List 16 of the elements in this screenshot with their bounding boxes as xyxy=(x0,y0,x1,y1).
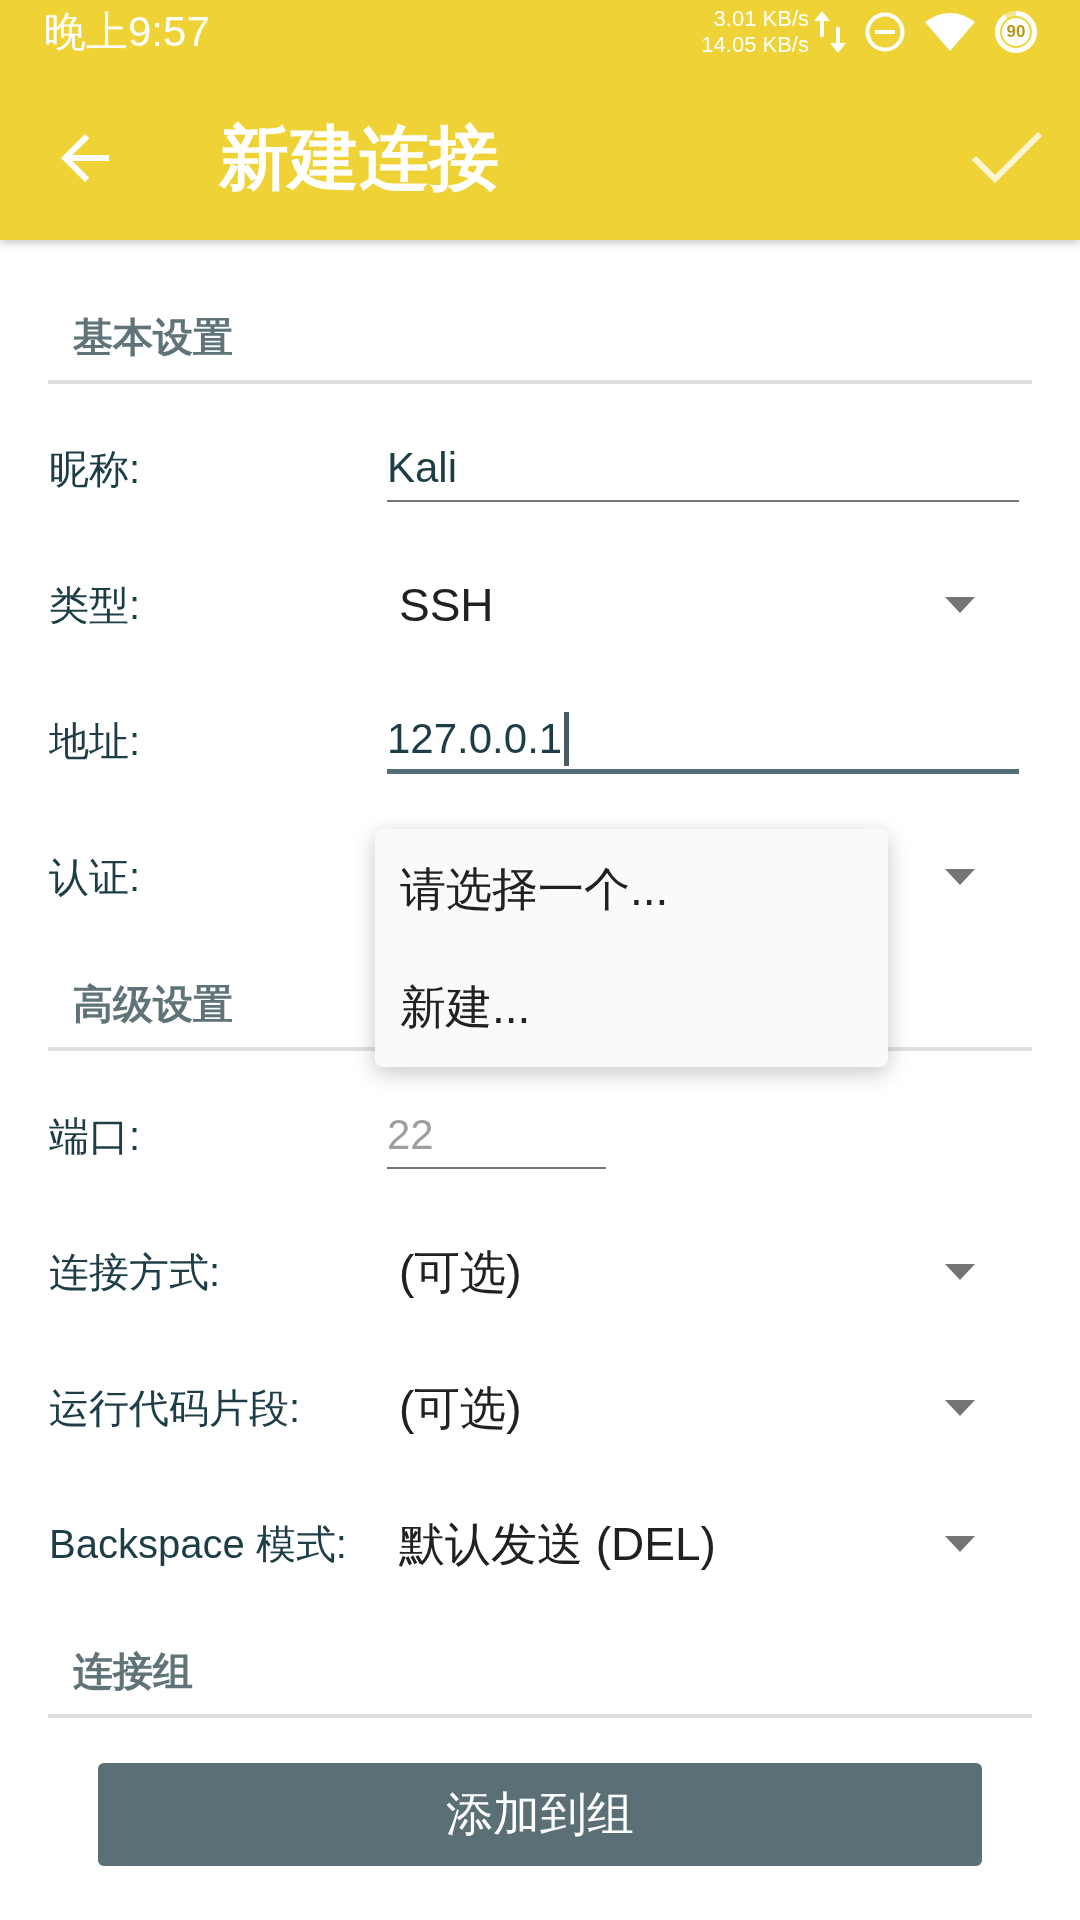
status-time: 晚上9:57 xyxy=(44,7,210,56)
field-label: 认证: xyxy=(49,855,141,899)
field-label: 类型: xyxy=(49,583,141,627)
field-label: 地址: xyxy=(49,719,141,763)
upload-speed-text: 3.01 KB/s xyxy=(713,5,809,32)
battery-level-text: 90 xyxy=(1006,22,1026,41)
section-title: 连接组 xyxy=(73,1651,193,1691)
app-title: 新建连接 xyxy=(219,117,499,198)
section-title: 基本设置 xyxy=(73,317,233,357)
field-label: 运行代码片段: xyxy=(49,1386,301,1430)
field-label: Backspace 模式: xyxy=(49,1522,347,1566)
field-label: 昵称: xyxy=(49,447,141,491)
field-label: 连接方式: xyxy=(49,1250,221,1294)
section-title: 高级设置 xyxy=(73,984,233,1024)
download-speed-text: 14.05 KB/s xyxy=(701,31,809,58)
field-label: 端口: xyxy=(49,1114,141,1158)
